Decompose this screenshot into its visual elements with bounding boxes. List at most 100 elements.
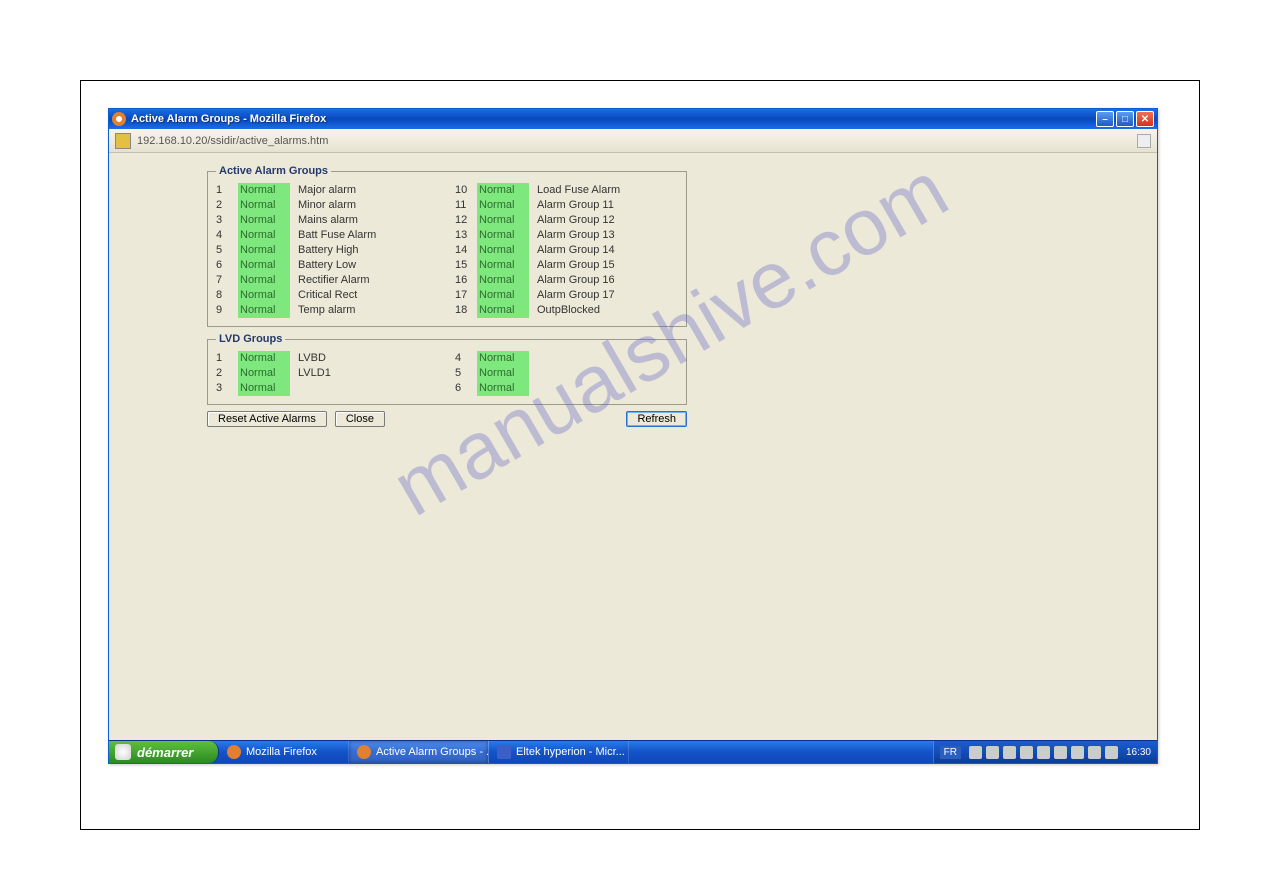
firefox-icon [227,745,241,759]
alarm-row: 9NormalTemp alarm [216,303,439,318]
status-badge: Normal [238,213,290,228]
taskbar: démarrer Mozilla Firefox Active Alarm Gr… [109,740,1157,763]
page-icon [115,133,131,149]
firefox-icon [112,112,126,126]
alarm-row: 16Normal Alarm Group 16 [455,273,678,288]
window-title: Active Alarm Groups - Mozilla Firefox [131,113,1096,125]
row-number: 13 [455,228,477,243]
status-badge: Normal [238,351,290,366]
close-button[interactable]: Close [335,411,385,427]
lvd-row: 5Normal [455,366,678,381]
row-label: Alarm Group 12 [537,213,615,228]
reset-alarms-button[interactable]: Reset Active Alarms [207,411,327,427]
alarm-row: 4NormalBatt Fuse Alarm [216,228,439,243]
status-badge: Normal [477,228,529,243]
url-text[interactable]: 192.168.10.20/ssidir/active_alarms.htm [137,135,1131,147]
lvd-row: 6Normal [455,381,678,396]
lvd-row: 1NormalLVBD [216,351,439,366]
tray-icon[interactable] [1088,746,1101,759]
row-number: 11 [455,198,477,213]
row-label: Mains alarm [298,213,358,228]
row-number: 8 [216,288,238,303]
status-badge: Normal [477,303,529,318]
status-badge: Normal [477,183,529,198]
taskbar-item-label: Active Alarm Groups - ... [376,746,489,758]
alarm-row: 12NormalAlarm Group 12 [455,213,678,228]
row-label: Batt Fuse Alarm [298,228,376,243]
row-number: 3 [216,213,238,228]
alarm-row: 6NormalBattery Low [216,258,439,273]
minimize-button[interactable]: – [1096,111,1114,127]
refresh-button[interactable]: Refresh [626,411,687,427]
maximize-button[interactable]: □ [1116,111,1134,127]
status-badge: Normal [238,366,290,381]
taskbar-item-firefox[interactable]: Mozilla Firefox [219,741,349,763]
row-number: 1 [216,351,238,366]
row-label: Temp alarm [298,303,355,318]
row-number: 4 [216,228,238,243]
status-badge: Normal [477,273,529,288]
firefox-icon [357,745,371,759]
status-badge: Normal [477,243,529,258]
tray-icon[interactable] [1037,746,1050,759]
alarm-row: 18NormalOutpBlocked [455,303,678,318]
row-number: 9 [216,303,238,318]
tray-icon[interactable] [986,746,999,759]
row-number: 2 [216,198,238,213]
row-number: 3 [216,381,238,396]
status-badge: Normal [477,381,529,396]
rss-icon[interactable] [1137,134,1151,148]
row-label: Critical Rect [298,288,357,303]
tray-icon[interactable] [969,746,982,759]
alarm-row: 2NormalMinor alarm [216,198,439,213]
taskbar-item-label: Eltek hyperion - Micr... [516,746,625,758]
tray-icon[interactable] [1020,746,1033,759]
row-label: Alarm Group 17 [537,288,615,303]
taskbar-item-word[interactable]: Eltek hyperion - Micr... [489,741,629,763]
status-badge: Normal [238,288,290,303]
alarm-row: 5NormalBattery High [216,243,439,258]
taskbar-item-active-alarm[interactable]: Active Alarm Groups - ... [349,741,489,763]
row-number: 1 [216,183,238,198]
tray-icon[interactable] [1105,746,1118,759]
row-number: 10 [455,183,477,198]
alarm-row: 7NormalRectifier Alarm [216,273,439,288]
taskbar-item-label: Mozilla Firefox [246,746,317,758]
address-bar: 192.168.10.20/ssidir/active_alarms.htm [109,129,1157,153]
status-badge: Normal [477,213,529,228]
alarm-row: 17NormalAlarm Group 17 [455,288,678,303]
windows-logo-icon [115,744,131,760]
row-label: Alarm Group 15 [537,258,615,273]
row-number: 15 [455,258,477,273]
close-window-button[interactable]: ✕ [1136,111,1154,127]
status-badge: Normal [477,351,529,366]
row-number: 6 [216,258,238,273]
row-number: 7 [216,273,238,288]
word-icon [497,745,511,759]
clock[interactable]: 16:30 [1126,747,1151,758]
alarm-row: 1NormalMajor alarm [216,183,439,198]
row-number: 5 [455,366,477,381]
alarm-row: 8Normal Critical Rect [216,288,439,303]
button-row: Reset Active Alarms Close Refresh [207,411,687,427]
page-frame: Active Alarm Groups - Mozilla Firefox – … [80,80,1200,830]
start-label: démarrer [137,745,193,760]
active-alarm-groups-fieldset: Active Alarm Groups 1NormalMajor alarm2N… [207,165,687,327]
status-badge: Normal [238,243,290,258]
alarm-row: 13NormalAlarm Group 13 [455,228,678,243]
start-button[interactable]: démarrer [109,741,219,763]
row-number: 18 [455,303,477,318]
tray-icon[interactable] [1054,746,1067,759]
status-badge: Normal [477,198,529,213]
language-indicator[interactable]: FR [940,746,961,759]
row-label: Battery High [298,243,359,258]
lvd-row: 2NormalLVLD1 [216,366,439,381]
tray-icon[interactable] [1003,746,1016,759]
alarm-row: 14NormalAlarm Group 14 [455,243,678,258]
row-number: 16 [455,273,477,288]
status-badge: Normal [477,288,529,303]
tray-icon[interactable] [1071,746,1084,759]
row-label: Alarm Group 16 [537,273,615,288]
browser-window: Active Alarm Groups - Mozilla Firefox – … [108,108,1158,764]
alarm-row: 15NormalAlarm Group 15 [455,258,678,273]
